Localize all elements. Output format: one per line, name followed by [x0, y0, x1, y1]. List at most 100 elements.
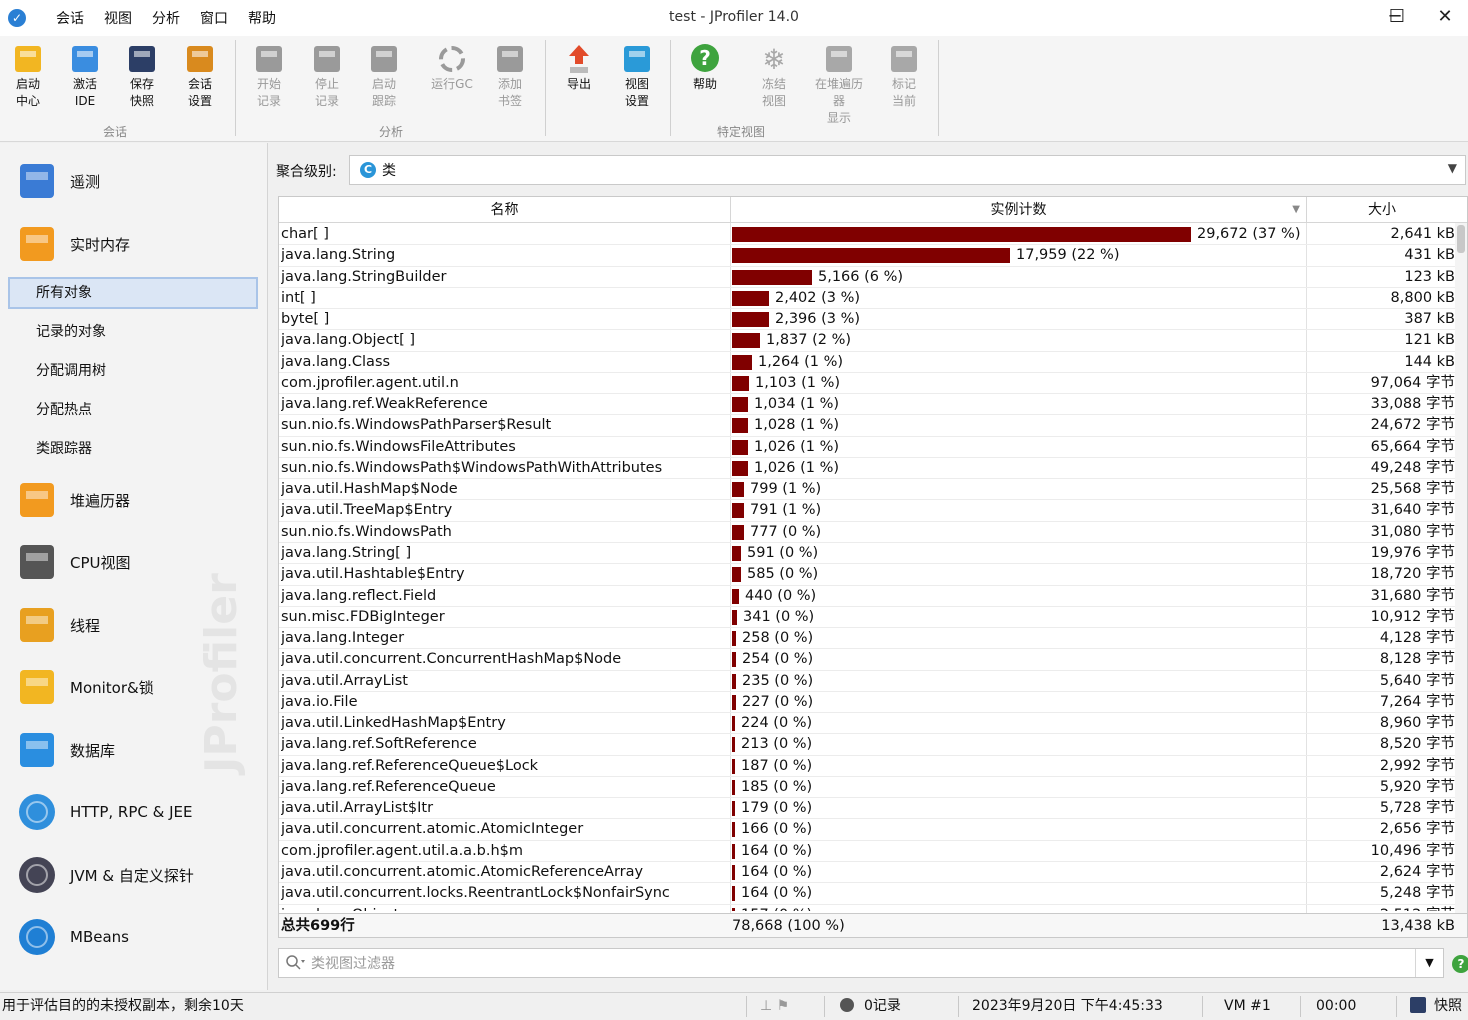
filter-history-dropdown[interactable]: ▼	[1415, 949, 1443, 977]
class-name-cell: sun.misc.FDBigInteger	[281, 608, 445, 625]
table-row[interactable]: char[ ] 29,672 (37 %) 2,641 kB	[279, 224, 1467, 246]
menu-help[interactable]: 帮助	[238, 8, 286, 28]
filter-help-icon[interactable]: ?	[1452, 955, 1468, 973]
instance-count-bar	[732, 524, 744, 540]
class-table: 名称 实例计数 ▼ 大小 char[ ] 29,672 (37 %) 2,641 k…	[278, 196, 1468, 938]
class-filter-input[interactable]: 类视图过滤器 ▼	[278, 948, 1444, 978]
maximize-button[interactable]: ☐	[1374, 0, 1420, 36]
snapshot-indicator[interactable]: 快照	[1410, 993, 1462, 1020]
vertical-scrollbar[interactable]	[1455, 223, 1467, 913]
toolbar-button-start-recording[interactable]: 开始 记录	[241, 42, 297, 110]
column-header-count[interactable]: 实例计数 ▼	[731, 197, 1307, 223]
table-row[interactable]: java.util.HashMap$Node 799 (1 %) 25,568 字节	[279, 479, 1467, 501]
table-row[interactable]: java.lang.Class 1,264 (1 %) 144 kB	[279, 352, 1467, 373]
table-row[interactable]: java.lang.String 17,959 (22 %) 431 kB	[279, 245, 1467, 267]
menu-session[interactable]: 会话	[46, 8, 94, 28]
table-row[interactable]: java.lang.Object[ ] 1,837 (2 %) 121 kB	[279, 330, 1467, 352]
table-row[interactable]: java.util.LinkedHashMap$Entry 224 (0 %) 8,…	[279, 713, 1467, 735]
table-row[interactable]: java.util.concurrent.atomic.AtomicRefere…	[279, 862, 1467, 884]
toolbar-button-mark-current[interactable]: 标记 当前	[876, 42, 932, 110]
toolbar-button-heap-walker-show[interactable]: 在堆遍历器 显示	[811, 42, 867, 127]
table-row[interactable]: java.util.TreeMap$Entry 791 (1 %) 31,640 字…	[279, 500, 1467, 522]
table-row[interactable]: java.lang.Object 157 (0 %) 2,512 字节	[279, 905, 1467, 911]
table-row[interactable]: java.lang.ref.SoftReference 213 (0 %) 8,52…	[279, 734, 1467, 756]
toolbar-button-save[interactable]: 保存 快照	[114, 42, 170, 110]
instance-count-bar	[732, 843, 735, 859]
table-row[interactable]: java.lang.Integer 258 (0 %) 4,128 字节	[279, 628, 1467, 650]
class-name-cell: java.lang.ref.SoftReference	[281, 736, 477, 753]
sidebar: JProfiler 遥测 实时内存 所有对象 记录的对象 分配调用树 分配热点 类跟踪器 堆遍…	[0, 143, 268, 990]
sidebar-item-9[interactable]: 线程	[0, 597, 267, 653]
sidebar-item-3[interactable]: 记录的对象	[8, 316, 258, 348]
menu-view[interactable]: 视图	[94, 8, 142, 28]
toolbar-button-start-tracking[interactable]: 启动 跟踪	[356, 42, 412, 110]
table-row[interactable]: java.util.concurrent.locks.ReentrantLock…	[279, 883, 1467, 905]
sidebar-item-11[interactable]: 数据库	[0, 722, 267, 778]
table-row[interactable]: java.lang.StringBuilder 5,166 (6 %) 123 kB	[279, 267, 1467, 288]
table-row[interactable]: java.lang.String[ ] 591 (0 %) 19,976 字节	[279, 543, 1467, 565]
instance-count-bar	[732, 907, 735, 911]
table-row[interactable]: java.io.File 227 (0 %) 7,264 字节	[279, 692, 1467, 714]
table-row[interactable]: sun.nio.fs.WindowsFileAttributes 1,026 (1…	[279, 437, 1467, 458]
aggregation-select[interactable]: C 类 ▼	[349, 155, 1466, 185]
toolbar-button-stop-recording[interactable]: 停止 记录	[299, 42, 355, 110]
sidebar-item-8[interactable]: CPU视图	[0, 534, 267, 590]
sidebar-item-13[interactable]: JVM & 自定义探针	[0, 847, 267, 903]
table-row[interactable]: java.lang.reflect.Field 440 (0 %) 31,680 字…	[279, 586, 1467, 607]
instance-count-bar	[732, 694, 736, 710]
table-row[interactable]: java.util.concurrent.ConcurrentHashMap$N…	[279, 649, 1467, 671]
toolbar-button-run-gc[interactable]: 运行GC	[424, 42, 480, 93]
toolbar-button-label: 启动 中心	[15, 77, 40, 108]
size-cell: 8,520 字节	[1379, 736, 1455, 753]
table-row[interactable]: java.lang.ref.ReferenceQueue$Lock 187 (0 …	[279, 756, 1467, 777]
sidebar-item-label: 堆遍历器	[70, 491, 131, 510]
sidebar-item-4[interactable]: 分配调用树	[8, 355, 258, 387]
table-row[interactable]: java.lang.ref.WeakReference 1,034 (1 %) 33…	[279, 394, 1467, 416]
recordings-indicator[interactable]: 0记录	[840, 993, 901, 1020]
close-button[interactable]: ✕	[1422, 0, 1468, 36]
instance-count-bar	[732, 545, 741, 561]
toolbar-button-add-bookmark[interactable]: 添加 书签	[482, 42, 538, 110]
instance-count-bar	[732, 418, 748, 434]
app-icon[interactable]: ✓	[8, 9, 26, 27]
table-row[interactable]: byte[ ] 2,396 (3 %) 387 kB	[279, 309, 1467, 331]
toolbar-button-help[interactable]: ? 帮助	[677, 42, 733, 93]
vm-indicator[interactable]: VM #1	[1224, 993, 1271, 1020]
sidebar-item-1[interactable]: 实时内存	[0, 216, 267, 272]
sidebar-item-label: 实时内存	[70, 235, 131, 254]
table-row[interactable]: java.util.ArrayList$Itr 179 (0 %) 5,728 字节	[279, 798, 1467, 820]
sidebar-item-5[interactable]: 分配热点	[8, 394, 258, 426]
menu-analyze[interactable]: 分析	[142, 8, 190, 28]
table-row[interactable]: java.lang.ref.ReferenceQueue 185 (0 %) 5,9…	[279, 777, 1467, 799]
table-row[interactable]: int[ ] 2,402 (3 %) 8,800 kB	[279, 288, 1467, 310]
sidebar-item-6[interactable]: 类跟踪器	[8, 433, 258, 465]
toolbar-button-freeze[interactable]: ❄ 冻结 视图	[746, 42, 802, 110]
sidebar-item-2[interactable]: 所有对象	[8, 277, 258, 309]
table-row[interactable]: java.util.ArrayList 235 (0 %) 5,640 字节	[279, 671, 1467, 692]
table-row[interactable]: java.util.concurrent.atomic.AtomicIntege…	[279, 819, 1467, 841]
toolbar-button-clipboard-settings[interactable]: 会话 设置	[172, 42, 228, 110]
class-name-cell: int[ ]	[281, 289, 316, 306]
column-header-size[interactable]: 大小	[1307, 197, 1457, 223]
toolbar-button-export[interactable]: 导出	[551, 42, 607, 93]
start-recording-icon	[252, 42, 286, 74]
scrollbar-thumb[interactable]	[1457, 225, 1465, 253]
sidebar-item-0[interactable]: 遥测	[0, 153, 267, 209]
column-header-name[interactable]: 名称	[279, 197, 731, 223]
table-row[interactable]: com.jprofiler.agent.util.a.a.b.h$m 164 (0…	[279, 841, 1467, 862]
toolbar-button-label: 冻结 视图	[761, 77, 786, 108]
table-row[interactable]: java.util.Hashtable$Entry 585 (0 %) 18,720…	[279, 564, 1467, 586]
sidebar-item-7[interactable]: 堆遍历器	[0, 472, 267, 528]
sidebar-item-10[interactable]: Monitor&锁	[0, 659, 267, 715]
toolbar-button-ide[interactable]: 激活 IDE	[57, 42, 113, 110]
sidebar-item-14[interactable]: MBeans	[0, 909, 267, 965]
table-row[interactable]: sun.nio.fs.WindowsPath 777 (0 %) 31,080 字节	[279, 522, 1467, 543]
toolbar-button-folder-launch[interactable]: 启动 中心	[0, 42, 56, 110]
table-row[interactable]: sun.nio.fs.WindowsPathParser$Result 1,028…	[279, 415, 1467, 437]
table-row[interactable]: com.jprofiler.agent.util.n 1,103 (1 %) 97,…	[279, 373, 1467, 395]
table-row[interactable]: sun.misc.FDBigInteger 341 (0 %) 10,912 字节	[279, 607, 1467, 629]
sidebar-item-12[interactable]: HTTP, RPC & JEE	[0, 784, 267, 840]
toolbar-button-view-settings[interactable]: 视图 设置	[609, 42, 665, 110]
menu-window[interactable]: 窗口	[190, 8, 238, 28]
table-row[interactable]: sun.nio.fs.WindowsPath$WindowsPathWithAt…	[279, 458, 1467, 480]
